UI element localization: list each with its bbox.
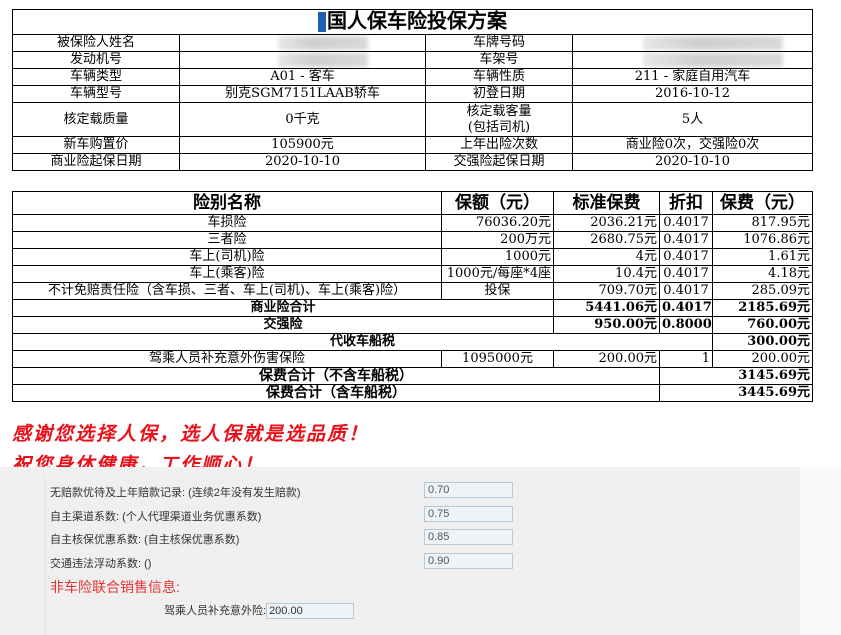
redacted-vin: [642, 52, 783, 67]
accident-sub-label: 驾乘人员补充意外险:: [164, 605, 267, 617]
info-row: 新车购置价 105900元 上年出险次数 商业险0次，交强险0次: [12, 136, 813, 154]
form-panel: [44, 477, 802, 635]
no-claim-coefficient-input[interactable]: 0.70: [424, 482, 513, 498]
slogan-thanks: 感谢您选择人保，选人保就是选品质！: [12, 423, 370, 445]
document-title: 国人保车险投保方案: [12, 9, 813, 35]
underwriting-coefficient-input[interactable]: 0.85: [424, 529, 513, 545]
coefficient-form: 无赔款优待及上年赔款记录: (连续2年没有发生赔款) 0.70 自主渠道系数: …: [0, 467, 841, 635]
accident-premium-input[interactable]: 200.00: [266, 603, 355, 620]
table-row: 车上(乘客)险 1000元/每座*4座 10.4元 0.4017 4.18元: [12, 265, 813, 283]
info-row: 核定载质量 0千克 核定载客量 (包括司机) 5人: [12, 102, 813, 137]
vehicle-info-table: 国人保车险投保方案 被保险人姓名 车牌号码 发动机号 车架号 车辆类型 A01 …: [12, 9, 813, 171]
premium-header-row: 险别名称 保额（元） 标准保费 折扣 保费（元）: [12, 191, 813, 215]
non-auto-section-title: 非车险联合销售信息:: [50, 579, 180, 595]
channel-coefficient-input[interactable]: 0.75: [424, 506, 513, 522]
accident-insurance-row: 驾乘人员补充意外伤害保险 1095000元 200.00元 1 200.00元: [12, 350, 813, 368]
traffic-coefficient-input[interactable]: 0.90: [424, 553, 513, 569]
info-row: 发动机号 车架号: [12, 51, 813, 69]
vehicle-tax-row: 代收车船税 300.00元: [12, 333, 813, 351]
info-row: 车辆型号 别克SGM7151LAAB轿车 初登日期 2016-10-12: [12, 85, 813, 103]
premium-table: 险别名称 保额（元） 标准保费 折扣 保费（元） 车损险 76036.20元 2…: [12, 191, 813, 402]
table-row: 车损险 76036.20元 2036.21元 0.4017 817.95元: [12, 214, 813, 232]
total-in-tax-row: 保费合计（含车船税） 3445.69元: [12, 384, 813, 402]
info-row: 车辆类型 A01 - 客车 车辆性质 211 - 家庭自用汽车: [12, 68, 813, 86]
insurance-plan-document: 国人保车险投保方案 被保险人姓名 车牌号码 发动机号 车架号 车辆类型 A01 …: [0, 0, 841, 476]
total-ex-tax-row: 保费合计（不含车船税） 3145.69元: [12, 367, 813, 385]
table-row: 不计免赔责任险（含车损、三者、车上(司机)、车上(乘客)险） 投保 709.70…: [12, 282, 813, 300]
commercial-total-row: 商业险合计 5441.06元 0.4017 2185.69元: [12, 299, 813, 317]
field-label-no-claim: 无赔款优待及上年赔款记录: (连续2年没有发生赔款): [50, 487, 301, 499]
table-row: 车上(司机)险 1000元 4元 0.4017 1.61元: [12, 248, 813, 266]
redacted-engine-number: [277, 52, 368, 67]
accident-sub-field: 驾乘人员补充意外险: 200.00: [164, 602, 355, 620]
field-label-channel: 自主渠道系数: (个人代理渠道业务优惠系数): [50, 511, 262, 523]
field-label-traffic: 交通违法浮动系数: (): [50, 558, 152, 570]
field-label-underwriting: 自主核保优惠系数: (自主核保优惠系数): [50, 534, 240, 546]
compulsory-row: 交强险 950.00元 0.8000 760.00元: [12, 316, 813, 334]
table-row: 三者险 200万元 2680.75元 0.4017 1076.86元: [12, 231, 813, 249]
info-row: 商业险起保日期 2020-10-10 交强险起保日期 2020-10-10: [12, 153, 813, 171]
logo-mark: [318, 12, 326, 32]
form-frame-edge: [800, 467, 841, 635]
redacted-name: [277, 35, 368, 50]
info-row: 被保险人姓名 车牌号码: [12, 34, 813, 52]
redacted-plate: [642, 35, 783, 50]
